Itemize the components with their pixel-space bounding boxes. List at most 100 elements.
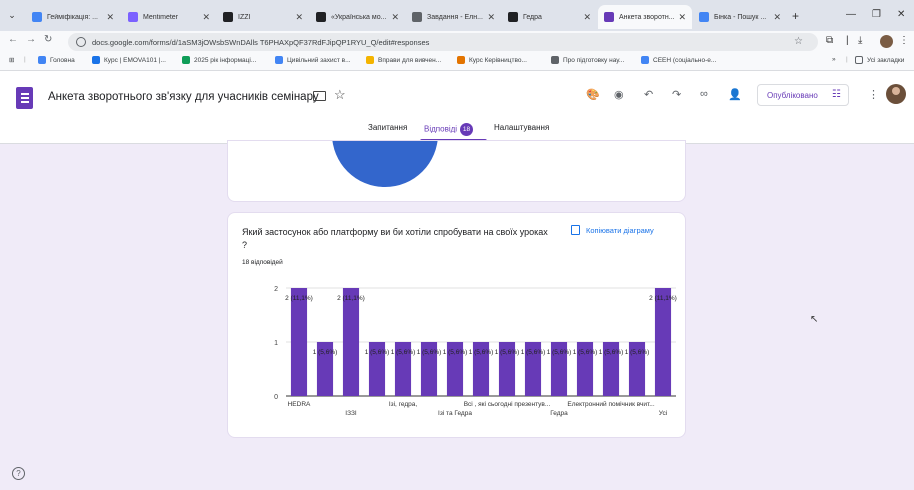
tab-title: Гедра — [523, 13, 542, 21]
tab-title: Mentimeter — [143, 13, 179, 21]
browser-tab[interactable]: Анкета зворотн... ✕ — [598, 5, 692, 29]
link-icon[interactable]: ∞ — [700, 88, 708, 100]
bookmark-icon — [275, 56, 283, 64]
bookmark-icon — [457, 56, 465, 64]
bar-data-label: 1 (5,6%) — [365, 349, 390, 356]
bookmark-item[interactable]: СЕЕН (соціально-е... — [641, 56, 716, 64]
bookmark-item[interactable]: Курс | EMOVA101 |... — [92, 56, 166, 64]
x-tick-label: Ізі, гедра, — [389, 400, 418, 408]
browser-tab[interactable]: Завдання - Елн... ✕ — [406, 5, 501, 29]
x-tick-label: HEDRA — [288, 401, 311, 408]
add-collaborator-icon[interactable]: 👤 — [728, 88, 742, 101]
avatar[interactable] — [886, 84, 906, 104]
bookmark-item[interactable]: Про підготовку нау... — [551, 56, 624, 64]
tab-responses-label: Відповіді — [424, 124, 458, 134]
tab-favicon-icon — [412, 12, 422, 22]
help-icon[interactable]: ? — [12, 467, 25, 480]
published-button[interactable]: Опубліковано ☷ — [757, 84, 849, 106]
tab-favicon-icon — [508, 12, 518, 22]
more-options-icon[interactable]: ⋮ — [868, 88, 879, 101]
tab-title: IZZI — [238, 13, 251, 21]
bar-data-label: 1 (5,6%) — [313, 349, 338, 356]
browser-menu-icon[interactable]: ⋮ — [899, 35, 909, 46]
star-icon[interactable]: ☆ — [334, 87, 346, 103]
all-bookmarks[interactable]: Усі закладки — [855, 56, 904, 64]
close-tab-icon[interactable]: ✕ — [106, 12, 114, 23]
browser-tab[interactable]: IZZI ✕ — [217, 5, 309, 29]
tab-questions[interactable]: Запитання — [368, 123, 407, 132]
undo-icon[interactable]: ↶ — [644, 88, 653, 101]
form-title[interactable]: Анкета зворотнього зв'язку для учасників… — [48, 91, 319, 103]
close-tab-icon[interactable]: ✕ — [487, 12, 495, 23]
apps-grid-icon[interactable]: ⊞ — [9, 56, 14, 64]
x-tick-label: Усі — [659, 409, 667, 417]
tab-title: Гейміфікація: ... — [47, 13, 98, 21]
forms-header: Анкета зворотнього зв'язку для учасників… — [0, 71, 914, 144]
bookmark-item[interactable]: Головна — [38, 56, 75, 64]
browser-tab[interactable]: «Українська мо... ✕ — [310, 5, 405, 29]
bookmark-label: Вправи для вивчен... — [378, 56, 442, 64]
forward-icon[interactable]: → — [26, 34, 36, 45]
close-tab-icon[interactable]: ✕ — [773, 12, 781, 23]
minimize-icon[interactable]: — — [846, 9, 856, 20]
browser-tab[interactable]: Гедра ✕ — [502, 5, 597, 29]
url-text: docs.google.com/forms/d/1aSM3jOWsbSWnDAl… — [92, 37, 430, 47]
browser-toolbar: ← → ↻ docs.google.com/forms/d/1aSM3jOWsb… — [0, 31, 914, 53]
new-tab-icon[interactable]: + — [792, 9, 799, 23]
bookmark-icon — [551, 56, 559, 64]
close-tab-icon[interactable]: ✕ — [583, 12, 591, 23]
bar-data-label: 1 (5,6%) — [547, 349, 572, 356]
bookmark-label: Про підготовку нау... — [563, 56, 625, 64]
browser-tab[interactable]: Гейміфікація: ... ✕ — [26, 5, 120, 29]
bookmark-star-icon[interactable]: ☆ — [794, 36, 803, 47]
bookmark-label: Цивільний захист в... — [287, 56, 351, 64]
bookmarks-more-icon[interactable]: » — [832, 56, 836, 63]
browser-tab[interactable]: Бінка - Пошук ... ✕ — [693, 5, 787, 29]
browser-tab-strip: ⌄ Гейміфікація: ... ✕ Mentimeter ✕ IZZI ✕ «Укр… — [0, 0, 914, 31]
redo-icon[interactable]: ↷ — [672, 88, 681, 101]
tab-search-icon[interactable]: ⌄ — [4, 7, 20, 23]
forms-logo-icon[interactable] — [16, 87, 33, 109]
address-bar[interactable]: docs.google.com/forms/d/1aSM3jOWsbSWnDAl… — [68, 33, 818, 51]
tab-title: Бінка - Пошук ... — [714, 13, 767, 21]
palette-icon[interactable]: 🎨 — [586, 88, 600, 101]
responses-count-badge: 18 — [460, 123, 474, 136]
bookmark-item[interactable]: Вправи для вивчен... — [366, 56, 441, 64]
bar-data-label: 1 (5,6%) — [417, 349, 442, 356]
close-tab-icon[interactable]: ✕ — [391, 12, 399, 23]
move-to-folder-icon[interactable] — [313, 91, 326, 101]
bookmark-item[interactable]: 2025 рік інформаці... — [182, 56, 256, 64]
back-icon[interactable]: ← — [8, 34, 18, 45]
bar-data-label: 1 (5,6%) — [443, 349, 468, 356]
bookmark-label: СЕЕН (соціально-е... — [653, 56, 717, 64]
reload-icon[interactable]: ↻ — [44, 34, 52, 45]
site-info-icon[interactable] — [76, 37, 86, 47]
bar-data-label: 1 (5,6%) — [521, 349, 546, 356]
bookmark-icon — [366, 56, 374, 64]
x-tick-label: Електронний помічник вчит... — [567, 400, 654, 408]
x-tick-label: Ізі та Гедра — [438, 409, 472, 417]
close-tab-icon[interactable]: ✕ — [678, 12, 686, 23]
bar-data-label: 1 (5,6%) — [573, 349, 598, 356]
tab-settings[interactable]: Налаштування — [494, 123, 549, 132]
question-response-card: Який застосунок або платформу ви би хоті… — [227, 212, 686, 438]
tab-title: Анкета зворотн... — [619, 13, 675, 21]
bar-data-label: 2 (11,1%) — [649, 295, 677, 302]
maximize-icon[interactable]: ❐ — [872, 9, 881, 20]
bookmark-label: Курс | EMOVA101 |... — [104, 56, 166, 64]
bookmark-icon — [641, 56, 649, 64]
tab-responses[interactable]: Відповіді 18 — [424, 123, 474, 136]
close-tab-icon[interactable]: ✕ — [295, 12, 303, 23]
browser-tab[interactable]: Mentimeter ✕ — [122, 5, 216, 29]
folder-icon — [855, 56, 863, 64]
download-icon[interactable]: ⤓ — [858, 35, 862, 46]
profile-avatar-icon[interactable] — [880, 35, 893, 48]
preview-eye-icon[interactable]: ◉ — [614, 88, 624, 101]
y-tick-label: 1 — [274, 340, 278, 347]
chart-bar — [290, 288, 308, 396]
close-window-icon[interactable]: ✕ — [897, 9, 905, 20]
extensions-icon[interactable]: ⧉ — [826, 35, 833, 46]
bookmark-item[interactable]: Цивільний захист в... — [275, 56, 351, 64]
close-tab-icon[interactable]: ✕ — [202, 12, 210, 23]
bookmark-item[interactable]: Курс Керівництво... — [457, 56, 527, 64]
